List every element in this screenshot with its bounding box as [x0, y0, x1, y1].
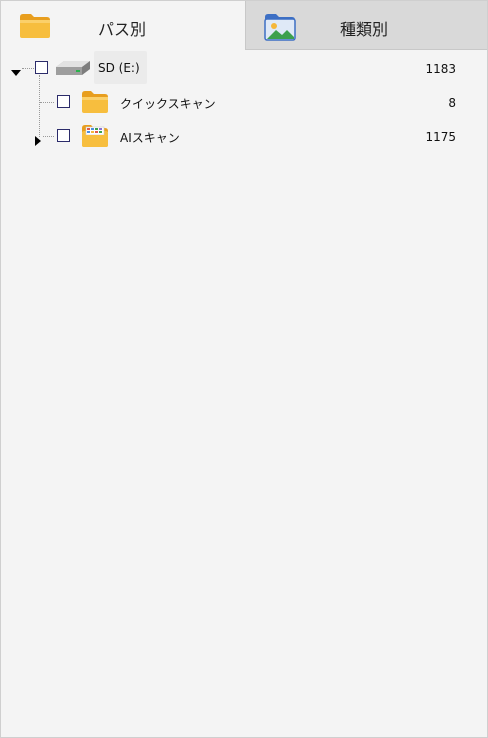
tree-connector: [22, 68, 34, 69]
tree-row-quick-scan[interactable]: クイックスキャン 8: [1, 85, 487, 119]
tab-label: パス別: [98, 20, 147, 39]
ai-folder-icon: [81, 124, 109, 152]
image-folder-icon: [264, 13, 296, 45]
tree-connector: [40, 102, 54, 103]
tab-bar: パス別 種類別: [1, 1, 487, 50]
tree-row-ai-scan[interactable]: AIスキャン 1175: [1, 119, 487, 153]
item-count: 8: [448, 96, 456, 110]
tree-item-label: クイックスキャン: [120, 97, 216, 111]
item-count: 1183: [425, 62, 456, 76]
tree-row-root[interactable]: SD (E:) 1183: [1, 51, 487, 85]
folder-icon: [19, 13, 51, 43]
tab-by-type[interactable]: 種類別: [245, 1, 487, 50]
drive-icon: [54, 59, 92, 83]
checkbox[interactable]: [35, 61, 48, 74]
checkbox[interactable]: [57, 129, 70, 142]
checkbox[interactable]: [57, 95, 70, 108]
tree-item-label: AIスキャン: [120, 131, 180, 145]
scan-results-panel: パス別 種類別 SD (E:) 1183 クイックスキャン 8 AIスキャン 1…: [0, 0, 488, 738]
folder-icon: [81, 90, 109, 118]
item-count: 1175: [425, 130, 456, 144]
collapse-arrow-icon[interactable]: [11, 63, 21, 76]
tab-label: 種類別: [340, 20, 389, 39]
tree-item-label: SD (E:): [98, 61, 140, 75]
tab-by-path[interactable]: パス別: [1, 1, 245, 50]
tree-connector: [43, 136, 54, 137]
